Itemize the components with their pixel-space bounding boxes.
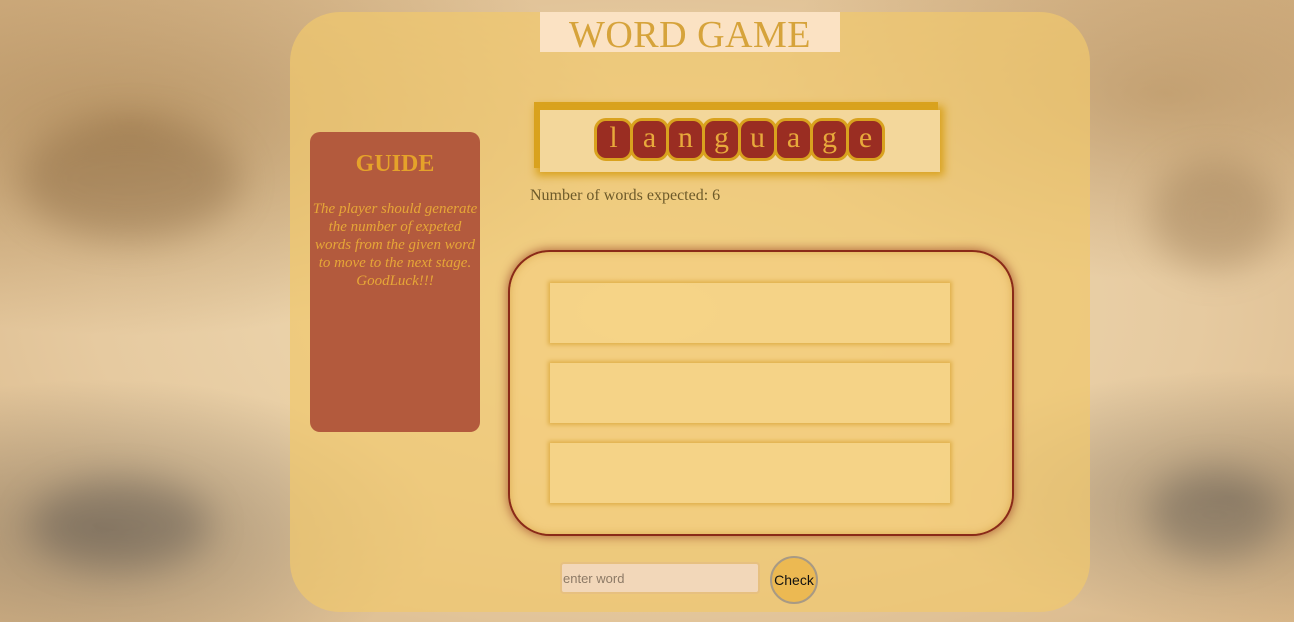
letter-tile[interactable]: e <box>849 121 882 158</box>
guide-heading: GUIDE <box>355 151 435 177</box>
letter-tiles: l a n g u a g e <box>597 121 882 158</box>
letter-tile[interactable]: g <box>705 121 738 158</box>
letter-tile[interactable]: l <box>597 121 630 158</box>
letter-tile[interactable]: a <box>633 121 666 158</box>
answer-slot <box>550 363 950 423</box>
background-blur <box>1150 160 1280 270</box>
check-button[interactable]: Check <box>770 556 818 604</box>
background-blur <box>20 120 240 240</box>
answer-slot <box>550 443 950 503</box>
letter-tile[interactable]: a <box>777 121 810 158</box>
background-blur <box>30 480 210 570</box>
guide-panel: GUIDE The player should generate the num… <box>310 132 480 432</box>
answer-slot <box>550 283 950 343</box>
background-blur <box>1150 470 1280 560</box>
word-input[interactable] <box>560 562 760 594</box>
letter-tile[interactable]: n <box>669 121 702 158</box>
letter-tile[interactable]: g <box>813 121 846 158</box>
game-title: WORD GAME <box>540 12 840 52</box>
guide-text: The player should generate the number of… <box>312 201 478 289</box>
words-expected-label: Number of words expected: 6 <box>530 187 721 204</box>
letter-tile[interactable]: u <box>741 121 774 158</box>
